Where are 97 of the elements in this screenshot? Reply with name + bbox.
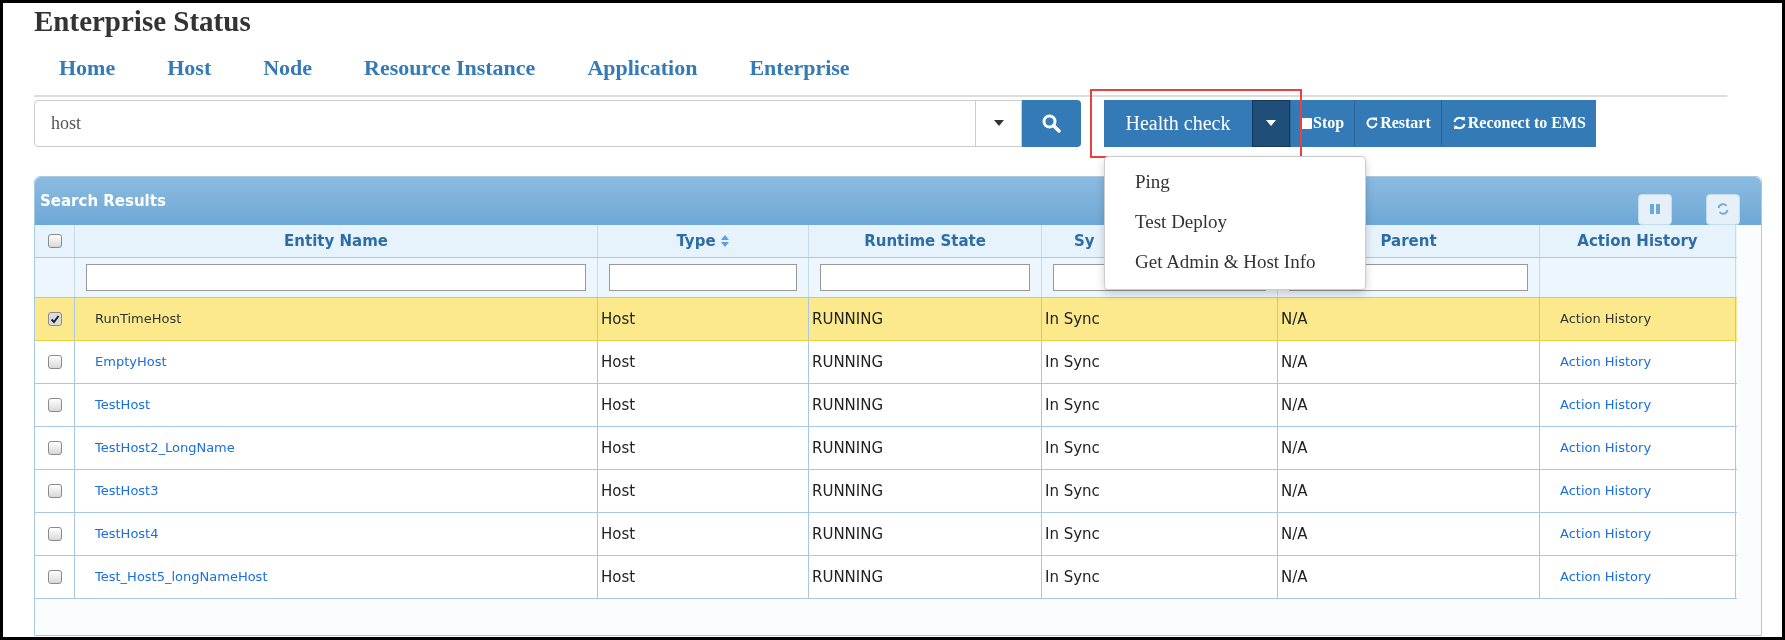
- panel-title: Search Results: [40, 190, 167, 212]
- table-cell-text: RUNNING: [812, 437, 884, 459]
- checkmark-icon: [49, 314, 60, 324]
- filter-field[interactable]: [86, 264, 586, 291]
- column-header[interactable]: Runtime State: [864, 229, 986, 253]
- action-history-link[interactable]: Action History: [1560, 481, 1652, 501]
- nav-link[interactable]: Host: [167, 50, 212, 84]
- toolbar-button[interactable]: Reconect to EMS: [1440, 99, 1596, 147]
- action-history-link[interactable]: Action History: [1560, 524, 1652, 544]
- table-cell-text: N/A: [1281, 394, 1308, 416]
- table-row[interactable]: TestHost2_LongName Host RUNNING In Sync N/A Action History: [35, 427, 1737, 470]
- checkbox[interactable]: [47, 312, 62, 326]
- entity-link[interactable]: EmptyHost: [95, 352, 167, 372]
- checkbox[interactable]: [47, 484, 62, 498]
- menu-item[interactable]: Test Deploy: [1105, 202, 1365, 243]
- action-history-link[interactable]: Action History: [1560, 567, 1652, 587]
- search-icon: [1042, 113, 1061, 133]
- entity-link[interactable]: TestHost3: [95, 481, 159, 501]
- table-cell-text: In Sync: [1045, 394, 1100, 416]
- table-cell-text: In Sync: [1045, 480, 1100, 502]
- table-cell-text: In Sync: [1045, 308, 1100, 330]
- toolbar-button[interactable]: Stop: [1290, 99, 1355, 147]
- columns-icon: [1649, 203, 1661, 215]
- refresh-button[interactable]: [1706, 193, 1740, 225]
- health-check-button[interactable]: Health check: [1104, 99, 1252, 147]
- table-cell-text: N/A: [1281, 437, 1308, 459]
- caret-icon: [1266, 120, 1276, 126]
- table-cell-text: RUNNING: [812, 523, 884, 545]
- search-value: host: [50, 111, 82, 135]
- column-header[interactable]: Entity Name: [284, 229, 388, 253]
- sync-icon: [1451, 116, 1467, 130]
- table-cell-text: N/A: [1281, 351, 1308, 373]
- table-row[interactable]: TestHost4 Host RUNNING In Sync N/A Action History: [35, 513, 1737, 556]
- checkbox[interactable]: [47, 398, 62, 412]
- action-history-link[interactable]: Action History: [1560, 352, 1652, 372]
- table-row[interactable]: TestHost Host RUNNING In Sync N/A Action History: [35, 384, 1737, 427]
- entity-link[interactable]: RunTimeHost: [95, 309, 182, 329]
- filter-field[interactable]: [609, 264, 797, 291]
- action-history-link[interactable]: Action History: [1560, 309, 1652, 329]
- nav-link[interactable]: Application: [587, 50, 698, 84]
- checkbox[interactable]: [47, 355, 62, 369]
- table-cell-text: In Sync: [1045, 437, 1100, 459]
- table-cell-text: Host: [601, 351, 636, 373]
- menu-item[interactable]: Ping: [1105, 162, 1365, 203]
- checkbox[interactable]: [47, 570, 62, 584]
- column-header[interactable]: Sy: [1074, 229, 1095, 253]
- entity-link[interactable]: Test_Host5_longNameHost: [95, 567, 268, 587]
- entity-link[interactable]: TestHost4: [95, 524, 159, 544]
- page-title: Enterprise Status: [34, 4, 252, 38]
- filter-field[interactable]: [820, 264, 1030, 291]
- stop-icon: [1301, 117, 1312, 129]
- column-header[interactable]: Action History: [1577, 229, 1698, 253]
- table-cell-text: RUNNING: [812, 566, 884, 588]
- table-row[interactable]: EmptyHost Host RUNNING In Sync N/A Action History: [35, 341, 1737, 384]
- nav-link[interactable]: Node: [263, 50, 313, 84]
- table-cell-text: Host: [601, 394, 636, 416]
- table-cell-text: RUNNING: [812, 351, 884, 373]
- column-header[interactable]: Parent: [1380, 229, 1437, 253]
- checkbox[interactable]: [47, 234, 62, 248]
- table-cell-text: Host: [601, 566, 636, 588]
- table-cell-text: N/A: [1281, 566, 1308, 588]
- sort-icon: [719, 234, 730, 248]
- table-cell-text: RUNNING: [812, 480, 884, 502]
- column-header[interactable]: Type: [676, 229, 730, 253]
- split-toggle[interactable]: [1252, 99, 1290, 147]
- refresh-icon: [1716, 202, 1730, 216]
- search-button[interactable]: [1022, 99, 1081, 147]
- table-cell-text: In Sync: [1045, 566, 1100, 588]
- search-field[interactable]: host: [34, 99, 1022, 147]
- nav-link[interactable]: Resource Instance: [364, 50, 536, 84]
- menu-item[interactable]: Get Admin & Host Info: [1105, 242, 1365, 283]
- table-cell-text: Host: [601, 523, 636, 545]
- table-cell-text: N/A: [1281, 308, 1308, 330]
- refresh-icon: [1365, 116, 1380, 130]
- table-cell-text: N/A: [1281, 480, 1308, 502]
- action-history-link[interactable]: Action History: [1560, 438, 1652, 458]
- entity-link[interactable]: TestHost: [95, 395, 151, 415]
- table-cell-text: In Sync: [1045, 523, 1100, 545]
- toolbar-button[interactable]: Restart: [1354, 99, 1441, 147]
- checkbox[interactable]: [47, 527, 62, 541]
- table-cell-text: RUNNING: [812, 308, 884, 330]
- table-cell-text: In Sync: [1045, 351, 1100, 373]
- checkbox[interactable]: [47, 441, 62, 455]
- table-cell-text: Host: [601, 437, 636, 459]
- nav-link[interactable]: Enterprise: [749, 50, 850, 84]
- table-cell-text: Host: [601, 308, 636, 330]
- columns-button[interactable]: [1638, 193, 1672, 225]
- table-row[interactable]: TestHost3 Host RUNNING In Sync N/A Action History: [35, 470, 1737, 513]
- table-cell-text: RUNNING: [812, 394, 884, 416]
- entity-link[interactable]: TestHost2_LongName: [95, 438, 235, 458]
- table-row[interactable]: Test_Host5_longNameHost Host RUNNING In Sync N/A Action History: [35, 556, 1737, 599]
- caret-icon: [993, 120, 1004, 126]
- table-cell-text: N/A: [1281, 523, 1308, 545]
- table-row[interactable]: RunTimeHost Host RUNNING In Sync N/A Action History: [35, 298, 1737, 341]
- table-cell-text: Host: [601, 480, 636, 502]
- nav-link[interactable]: Home: [59, 50, 116, 84]
- action-history-link[interactable]: Action History: [1560, 395, 1652, 415]
